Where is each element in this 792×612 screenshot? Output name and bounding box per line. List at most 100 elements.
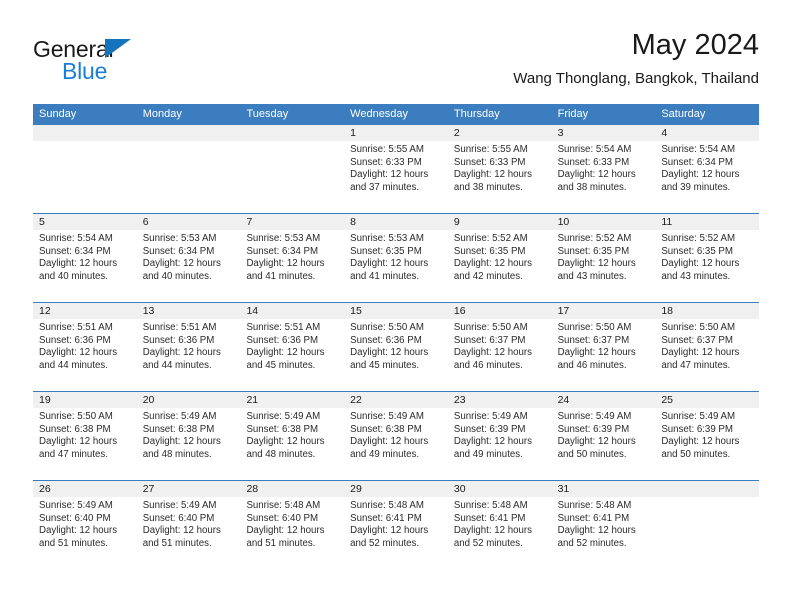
day-detail-line: Sunset: 6:38 PM xyxy=(350,423,422,435)
calendar-day-cell[interactable]: 3 Sunrise: 5:54 AM Sunset: 6:33 PM Daylight… xyxy=(551,125,656,213)
calendar-day-cell[interactable]: 15 Sunrise: 5:50 AM Sunset: 6:36 PM Dayligh… xyxy=(344,303,448,391)
day-detail-line: and 45 minutes. xyxy=(350,359,420,371)
generalblue-logo: General Blue xyxy=(33,36,233,92)
day-detail-line: and 52 minutes. xyxy=(453,537,523,549)
day-detail-line: Daylight: 12 hours xyxy=(142,436,221,448)
day-detail-line: Daylight: 12 hours xyxy=(557,258,636,270)
day-detail-line: Daylight: 12 hours xyxy=(453,169,532,181)
day-detail-line: Sunrise: 5:49 AM xyxy=(661,411,736,422)
day-number: 19 xyxy=(33,392,137,408)
day-details: Sunrise: 5:49 AM Sunset: 6:39 PM Daylight:… xyxy=(448,408,552,461)
calendar-day-cell[interactable]: 27 Sunrise: 5:49 AM Sunset: 6:40 PM Dayligh… xyxy=(136,481,241,569)
calendar-day-cell[interactable]: 26 Sunrise: 5:49 AM Sunset: 6:40 PM Dayligh… xyxy=(33,481,137,569)
day-number: 20 xyxy=(136,392,241,408)
calendar-day-cell[interactable]: 20 Sunrise: 5:49 AM Sunset: 6:38 PM Dayligh… xyxy=(136,392,241,480)
day-detail-line: and 48 minutes. xyxy=(246,448,316,460)
day-number: 6 xyxy=(136,214,241,230)
day-detail-line: and 41 minutes. xyxy=(246,270,316,282)
day-detail-line: Sunset: 6:34 PM xyxy=(661,156,733,168)
calendar-day-cell[interactable]: 18 Sunrise: 5:50 AM Sunset: 6:37 PM Dayligh… xyxy=(655,303,760,391)
day-detail-line: Sunrise: 5:52 AM xyxy=(453,233,528,244)
day-detail-line: Sunset: 6:35 PM xyxy=(557,245,630,257)
day-detail-line: and 51 minutes. xyxy=(39,537,108,549)
day-details: Sunrise: 5:50 AM Sunset: 6:37 PM Daylight:… xyxy=(552,319,656,372)
day-number: 25 xyxy=(655,392,760,408)
calendar-week-row: 26 Sunrise: 5:49 AM Sunset: 6:40 PM Dayligh… xyxy=(33,480,760,569)
calendar-day-cell[interactable]: 7 Sunrise: 5:53 AM Sunset: 6:34 PM Daylight… xyxy=(240,214,345,302)
day-detail-line: Sunrise: 5:54 AM xyxy=(39,233,113,244)
day-detail-line: Sunset: 6:39 PM xyxy=(661,423,733,435)
calendar-day-cell[interactable]: 10 Sunrise: 5:52 AM Sunset: 6:35 PM Dayligh… xyxy=(551,214,656,302)
day-detail-line: Daylight: 12 hours xyxy=(453,347,532,359)
day-details: Sunrise: 5:52 AM Sunset: 6:35 PM Daylight:… xyxy=(552,230,656,283)
day-detail-line: and 47 minutes. xyxy=(661,359,731,371)
day-detail-line: Sunset: 6:41 PM xyxy=(350,512,422,524)
day-number: 1 xyxy=(344,125,448,141)
calendar-day-cell[interactable]: 28 Sunrise: 5:48 AM Sunset: 6:40 PM Dayligh… xyxy=(240,481,345,569)
day-detail-line: Sunrise: 5:54 AM xyxy=(557,144,632,155)
calendar-day-cell[interactable]: 17 Sunrise: 5:50 AM Sunset: 6:37 PM Dayligh… xyxy=(551,303,656,391)
day-details: Sunrise: 5:49 AM Sunset: 6:38 PM Daylight:… xyxy=(344,408,448,461)
weekday-header-monday: Monday xyxy=(142,108,182,120)
day-detail-line: Daylight: 12 hours xyxy=(39,436,118,448)
day-details: Sunrise: 5:54 AM Sunset: 6:34 PM Daylight:… xyxy=(33,230,137,283)
day-detail-line: Sunrise: 5:53 AM xyxy=(350,233,424,244)
day-details: Sunrise: 5:51 AM Sunset: 6:36 PM Daylight:… xyxy=(137,319,241,372)
day-detail-line: Sunrise: 5:48 AM xyxy=(453,500,528,511)
calendar-day-cell[interactable]: 25 Sunrise: 5:49 AM Sunset: 6:39 PM Dayligh… xyxy=(655,392,760,480)
day-number: 11 xyxy=(655,214,760,230)
day-detail-line: Daylight: 12 hours xyxy=(661,169,740,181)
day-detail-line: Sunrise: 5:54 AM xyxy=(661,144,736,155)
weekday-header-tuesday: Tuesday xyxy=(246,108,289,120)
day-details: Sunrise: 5:53 AM Sunset: 6:35 PM Daylight:… xyxy=(344,230,448,283)
day-detail-line: and 44 minutes. xyxy=(142,359,212,371)
calendar-day-cell[interactable]: 22 Sunrise: 5:49 AM Sunset: 6:38 PM Dayligh… xyxy=(344,392,448,480)
day-detail-line: and 45 minutes. xyxy=(246,359,316,371)
day-detail-line: Daylight: 12 hours xyxy=(350,258,429,270)
day-detail-line: Sunrise: 5:49 AM xyxy=(39,500,113,511)
calendar-day-cell[interactable]: 1 Sunrise: 5:55 AM Sunset: 6:33 PM Daylight… xyxy=(344,125,448,213)
calendar-day-cell[interactable]: 8 Sunrise: 5:53 AM Sunset: 6:35 PM Daylight… xyxy=(344,214,448,302)
weekday-header-friday: Friday xyxy=(557,108,589,120)
day-detail-line: Sunset: 6:36 PM xyxy=(350,334,422,346)
day-number xyxy=(33,125,137,141)
calendar-day-cell[interactable]: 9 Sunrise: 5:52 AM Sunset: 6:35 PM Daylight… xyxy=(447,214,552,302)
day-details xyxy=(137,141,241,144)
day-detail-line: Sunset: 6:34 PM xyxy=(39,245,111,257)
weekday-header-saturday: Saturday xyxy=(661,108,706,120)
calendar-day-cell[interactable]: 6 Sunrise: 5:53 AM Sunset: 6:34 PM Daylight… xyxy=(136,214,241,302)
day-detail-line: Daylight: 12 hours xyxy=(661,436,740,448)
day-detail-line: Daylight: 12 hours xyxy=(142,525,221,537)
calendar-day-cell[interactable]: 13 Sunrise: 5:51 AM Sunset: 6:36 PM Dayligh… xyxy=(136,303,241,391)
day-detail-line: and 40 minutes. xyxy=(39,270,108,282)
calendar-day-cell[interactable]: 5 Sunrise: 5:54 AM Sunset: 6:34 PM Daylight… xyxy=(33,214,137,302)
calendar-day-cell[interactable]: 21 Sunrise: 5:49 AM Sunset: 6:38 PM Dayligh… xyxy=(240,392,345,480)
calendar-day-cell[interactable]: 12 Sunrise: 5:51 AM Sunset: 6:36 PM Dayligh… xyxy=(33,303,137,391)
calendar-day-cell[interactable]: 2 Sunrise: 5:55 AM Sunset: 6:33 PM Daylight… xyxy=(447,125,552,213)
day-detail-line: Daylight: 12 hours xyxy=(39,347,118,359)
calendar-day-cell-empty xyxy=(136,125,241,213)
day-number: 30 xyxy=(447,481,552,497)
calendar-page: General Blue May 2024 Wang Thonglang, Ba… xyxy=(0,0,792,612)
calendar-day-cell[interactable]: 29 Sunrise: 5:48 AM Sunset: 6:41 PM Dayligh… xyxy=(344,481,448,569)
day-detail-line: Sunset: 6:37 PM xyxy=(453,334,526,346)
calendar-day-cell[interactable]: 11 Sunrise: 5:52 AM Sunset: 6:35 PM Dayligh… xyxy=(655,214,760,302)
weekday-header-sunday: Sunday xyxy=(39,108,77,120)
calendar-day-cell[interactable]: 23 Sunrise: 5:49 AM Sunset: 6:39 PM Dayligh… xyxy=(447,392,552,480)
day-detail-line: Sunset: 6:34 PM xyxy=(246,245,319,257)
day-detail-line: Sunset: 6:33 PM xyxy=(350,156,422,168)
day-detail-line: Sunset: 6:39 PM xyxy=(557,423,630,435)
calendar-day-cell[interactable]: 14 Sunrise: 5:51 AM Sunset: 6:36 PM Dayligh… xyxy=(240,303,345,391)
day-detail-line: and 49 minutes. xyxy=(350,448,420,460)
day-detail-line: Daylight: 12 hours xyxy=(661,347,740,359)
calendar-day-cell[interactable]: 31 Sunrise: 5:48 AM Sunset: 6:41 PM Dayligh… xyxy=(551,481,656,569)
day-details: Sunrise: 5:50 AM Sunset: 6:36 PM Daylight:… xyxy=(344,319,448,372)
calendar-day-cell[interactable]: 24 Sunrise: 5:49 AM Sunset: 6:39 PM Dayligh… xyxy=(551,392,656,480)
day-number: 26 xyxy=(33,481,137,497)
day-number: 23 xyxy=(447,392,552,408)
calendar-day-cell[interactable]: 4 Sunrise: 5:54 AM Sunset: 6:34 PM Daylight… xyxy=(655,125,760,213)
calendar-day-cell[interactable]: 16 Sunrise: 5:50 AM Sunset: 6:37 PM Dayligh… xyxy=(447,303,552,391)
day-details: Sunrise: 5:55 AM Sunset: 6:33 PM Daylight:… xyxy=(344,141,448,194)
calendar-day-cell[interactable]: 19 Sunrise: 5:50 AM Sunset: 6:38 PM Dayligh… xyxy=(33,392,137,480)
calendar-day-cell[interactable]: 30 Sunrise: 5:48 AM Sunset: 6:41 PM Dayligh… xyxy=(447,481,552,569)
